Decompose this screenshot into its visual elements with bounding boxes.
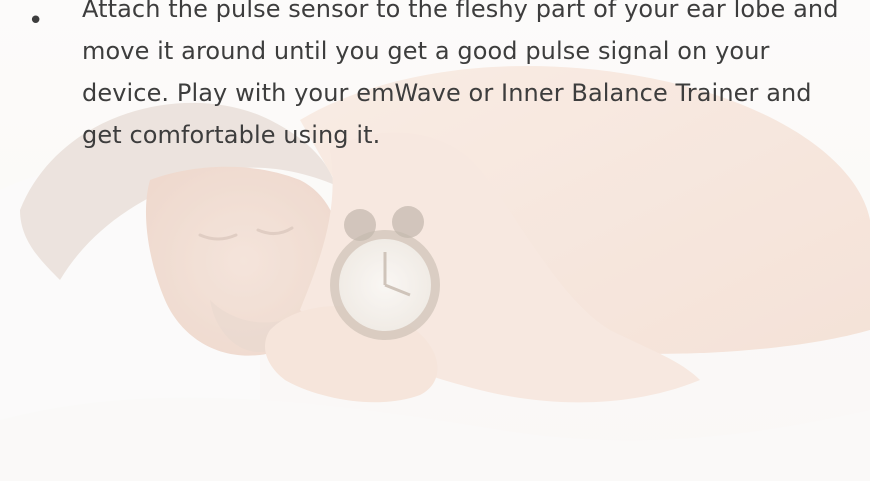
bullet-icon: • xyxy=(28,6,44,36)
bullet-text: Attach the pulse sensor to the fleshy pa… xyxy=(82,0,839,149)
slide: • Attach the pulse sensor to the fleshy … xyxy=(0,0,870,481)
bullet-item: • Attach the pulse sensor to the fleshy … xyxy=(28,0,858,156)
